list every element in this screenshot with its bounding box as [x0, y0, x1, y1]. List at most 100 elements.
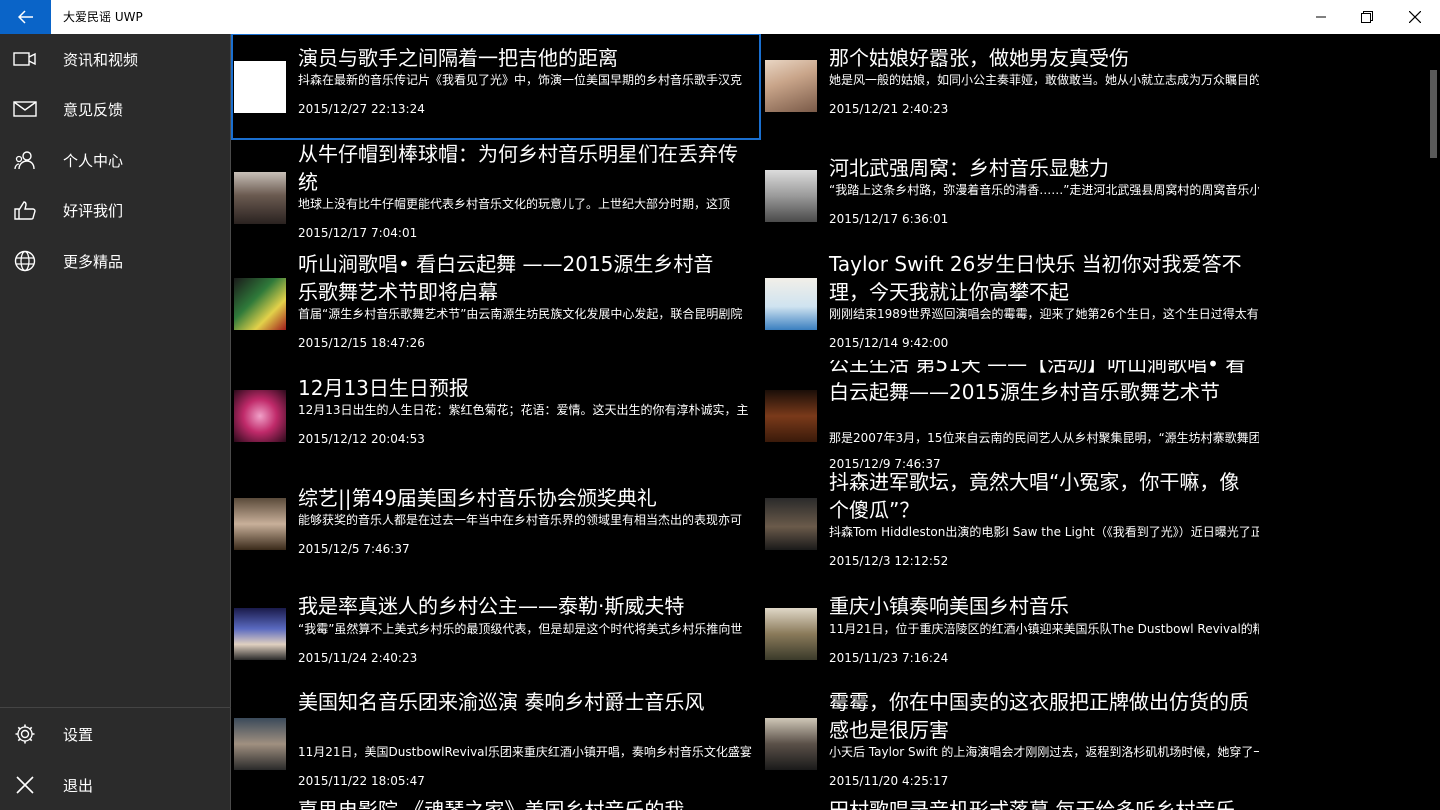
article-title: 我是率真迷人的乡村公主——泰勒·斯威夫特: [298, 594, 685, 618]
article-summary: 小天后 Taylor Swift 的上海演唱会才刚刚过去，返程到洛杉矶机场时候，…: [829, 745, 1259, 759]
globe-icon: [12, 249, 38, 273]
article-card[interactable]: 重庆小镇奏响美国乡村音乐 11月21日，位于重庆涪陵区的红酒小镇迎来美国乐队Th…: [763, 588, 1291, 700]
article-summary: 首届“源生乡村音乐歌舞艺术节”由云南源生坊民族文化发展中心发起，联合昆明剧院: [298, 307, 743, 321]
article-summary: 她是风一般的姑娘，如同小公主奏菲娅，敢做敢当。她从小就立志成为万众瞩目的: [829, 73, 1259, 87]
restore-icon: [1361, 11, 1373, 23]
close-icon: [12, 773, 38, 797]
sidebar-item-exit[interactable]: 退出: [0, 760, 231, 810]
article-date: 2015/11/24 2:40:23: [298, 651, 418, 665]
article-thumbnail: [765, 170, 817, 222]
sidebar-item-news-video[interactable]: 资讯和视频: [0, 34, 231, 84]
article-date: 2015/12/21 2:40:23: [829, 102, 949, 116]
article-title: 公主生活 第51天 ——【活动】听山涧歌唱• 看白云起舞——2015源生乡村音乐…: [829, 360, 1246, 404]
thumbs-up-icon: [12, 198, 38, 222]
minimize-button[interactable]: [1298, 0, 1344, 34]
article-summary: 11月21日，位于重庆涪陵区的红酒小镇迎来美国乐队The Dustbowl Re…: [829, 622, 1259, 636]
article-date: 2015/12/5 7:46:37: [298, 542, 410, 556]
title-bar: 大爱民谣 UWP: [0, 0, 1440, 34]
article-title: 霉霉，你在中国卖的这衣服把正牌做出仿货的质感也是很厉害: [829, 690, 1249, 742]
article-thumbnail: [234, 61, 286, 113]
article-title: Taylor Swift 26岁生日快乐 当初你对我爱答不理，今天我就让你高攀不…: [829, 252, 1242, 304]
article-card[interactable]: 那个姑娘好嚣张，做她男友真受伤 她是风一般的姑娘，如同小公主奏菲娅，敢做敢当。她…: [763, 34, 1291, 146]
sidebar-divider: [0, 707, 231, 708]
article-card[interactable]: 田村歌唱录音机形式落幕 每天给多听乡村音乐: [763, 796, 1291, 810]
scrollbar-thumb[interactable]: [1430, 70, 1437, 158]
close-window-icon: [1409, 11, 1421, 23]
article-card[interactable]: 从牛仔帽到棒球帽：为何乡村音乐明星们在丢弃传统 地球上没有比牛仔帽更能代表乡村音…: [232, 140, 760, 252]
video-icon: [12, 47, 38, 71]
article-thumbnail: [234, 390, 286, 442]
article-grid: 演员与歌手之间隔着一把吉他的距离 抖森在最新的音乐传记片《我看见了光》中，饰演一…: [231, 34, 1427, 810]
article-card[interactable]: 演员与歌手之间隔着一把吉他的距离 抖森在最新的音乐传记片《我看见了光》中，饰演一…: [231, 34, 761, 140]
article-card[interactable]: 美国知名音乐团来渝巡演 奏响乡村爵士音乐风 11月21日，美国DustbowlR…: [232, 688, 760, 800]
article-summary: 11月21日，美国DustbowlRevival乐团来重庆红酒小镇开唱，奏响乡村…: [298, 745, 752, 759]
sidebar-item-settings[interactable]: 设置: [0, 709, 231, 759]
article-thumbnail: [234, 278, 286, 330]
gear-icon: [12, 722, 38, 746]
article-summary: 能够获奖的音乐人都是在过去一年当中在乡村音乐界的领域里有相当杰出的表现亦可: [298, 513, 743, 527]
restore-button[interactable]: [1344, 0, 1390, 34]
minimize-icon: [1316, 16, 1326, 18]
article-summary: 那是2007年3月，15位来自云南的民间艺人从乡村聚集昆明，“源生坊村寨歌舞团”…: [829, 431, 1259, 445]
article-thumbnail: [765, 390, 817, 442]
article-date: 2015/11/22 18:05:47: [298, 774, 425, 788]
article-card[interactable]: Taylor Swift 26岁生日快乐 当初你对我爱答不理，今天我就让你高攀不…: [763, 250, 1291, 362]
article-card[interactable]: 听山涧歌唱• 看白云起舞 ——2015源生乡村音乐歌舞艺术节即将启幕 首届“源生…: [232, 250, 760, 362]
article-title: 听山涧歌唱• 看白云起舞 ——2015源生乡村音乐歌舞艺术节即将启幕: [298, 252, 714, 304]
article-date: 2015/12/9 7:46:37: [829, 457, 941, 468]
sidebar-item-label: 更多精品: [63, 252, 124, 271]
article-date: 2015/12/17 7:04:01: [298, 226, 418, 240]
sidebar-item-more-apps[interactable]: 更多精品: [0, 236, 231, 286]
mail-icon: [12, 97, 38, 121]
article-summary: 12月13日出生的人生日花：紫红色菊花；花语：爱情。这天出生的你有淳朴诚实，主: [298, 403, 749, 417]
article-title: 河北武强周窝：乡村音乐显魅力: [829, 156, 1109, 180]
article-title: 12月13日生日预报: [298, 376, 469, 400]
sidebar-item-feedback[interactable]: 意见反馈: [0, 84, 231, 134]
article-title: 从牛仔帽到棒球帽：为何乡村音乐明星们在丢弃传统: [298, 142, 738, 194]
sidebar-item-label: 设置: [63, 725, 94, 744]
sidebar-item-label: 资讯和视频: [63, 50, 139, 69]
article-date: 2015/12/3 12:12:52: [829, 554, 949, 568]
article-thumbnail: [234, 172, 286, 224]
article-card[interactable]: 综艺||第49届美国乡村音乐协会颁奖典礼 能够获奖的音乐人都是在过去一年当中在乡…: [232, 474, 760, 586]
article-card[interactable]: 抖森进军歌坛，竟然大唱“小冤家，你干嘛，像个傻瓜”？ 抖森Tom Hiddles…: [763, 468, 1291, 580]
article-summary: “我踏上这条乡村路，弥漫着音乐的清香……”走进河北武强县周窝村的周窝音乐小镇: [829, 183, 1259, 197]
article-title: 那个姑娘好嚣张，做她男友真受伤: [829, 46, 1129, 70]
article-title: 综艺||第49届美国乡村音乐协会颁奖典礼: [298, 486, 657, 510]
article-card[interactable]: 嘉思电影院 《魂琴之家》美国乡村音乐的我: [232, 796, 760, 810]
article-thumbnail: [234, 608, 286, 660]
sidebar-item-label: 个人中心: [63, 151, 124, 170]
article-title: 抖森进军歌坛，竟然大唱“小冤家，你干嘛，像个傻瓜”？: [829, 470, 1240, 522]
article-date: 2015/12/12 20:04:53: [298, 432, 425, 446]
article-summary: 抖森在最新的音乐传记片《我看见了光》中，饰演一位美国早期的乡村音乐歌手汉克: [298, 73, 743, 87]
article-title: 重庆小镇奏响美国乡村音乐: [829, 594, 1069, 618]
article-summary: 抖森Tom Hiddleston出演的电影I Saw the Light（《我看…: [829, 525, 1259, 539]
sidebar-item-profile[interactable]: 个人中心: [0, 135, 231, 185]
article-card[interactable]: 河北武强周窝：乡村音乐显魅力 “我踏上这条乡村路，弥漫着音乐的清香……”走进河北…: [763, 140, 1291, 252]
sidebar-item-rate-us[interactable]: 好评我们: [0, 185, 231, 235]
article-date: 2015/11/23 7:16:24: [829, 651, 949, 665]
article-summary: 刚刚结束1989世界巡回演唱会的霉霉，迎来了她第26个生日，这个生日过得太有意义: [829, 307, 1259, 321]
article-card[interactable]: 公主生活 第51天 ——【活动】听山涧歌唱• 看白云起舞——2015源生乡村音乐…: [763, 360, 1291, 468]
article-card[interactable]: 12月13日生日预报 12月13日出生的人生日花：紫红色菊花；花语：爱情。这天出…: [232, 364, 760, 476]
article-thumbnail: [234, 498, 286, 550]
scrollbar[interactable]: [1427, 34, 1440, 810]
article-title: 演员与歌手之间隔着一把吉他的距离: [298, 46, 618, 70]
close-window-button[interactable]: [1392, 0, 1438, 34]
back-arrow-icon: [17, 10, 33, 24]
article-date: 2015/12/15 18:47:26: [298, 336, 425, 350]
article-thumbnail: [765, 60, 817, 112]
app-title: 大爱民谣 UWP: [63, 10, 143, 24]
article-card[interactable]: 霉霉，你在中国卖的这衣服把正牌做出仿货的质感也是很厉害 小天后 Taylor S…: [763, 688, 1291, 800]
people-icon: [12, 148, 38, 172]
sidebar-item-label: 好评我们: [63, 201, 124, 220]
article-thumbnail: [765, 718, 817, 770]
article-title: 田村歌唱录音机形式落幕 每天给多听乡村音乐: [829, 798, 1236, 810]
article-date: 2015/11/20 4:25:17: [829, 774, 949, 788]
sidebar-item-label: 退出: [63, 776, 94, 795]
article-card[interactable]: 我是率真迷人的乡村公主——泰勒·斯威夫特 “我霉”虽然算不上美式乡村乐的最顶级代…: [232, 588, 760, 700]
article-date: 2015/12/14 9:42:00: [829, 336, 949, 350]
sidebar: 资讯和视频 意见反馈 个人中心 好评我们 更多精品 设置 退出: [0, 34, 231, 810]
article-title: 美国知名音乐团来渝巡演 奏响乡村爵士音乐风: [298, 690, 705, 714]
back-button[interactable]: [0, 0, 51, 34]
